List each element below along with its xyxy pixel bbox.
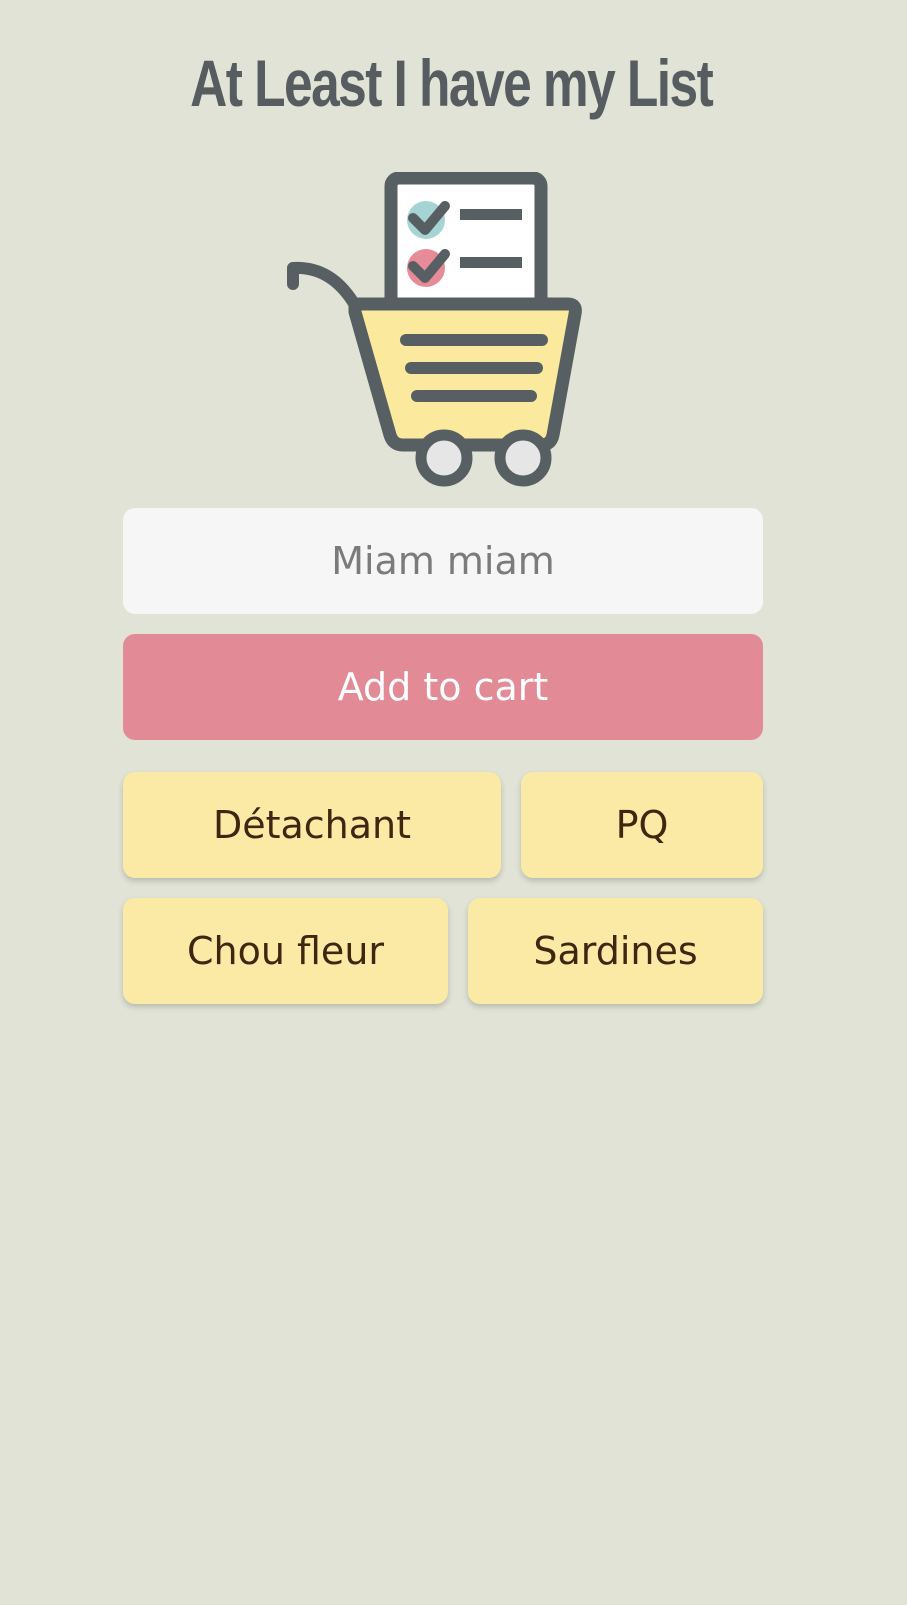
list-row: Chou fleur Sardines bbox=[123, 898, 763, 1004]
add-to-cart-button[interactable]: Add to cart bbox=[123, 634, 763, 740]
shopping-cart-checklist-icon bbox=[287, 172, 582, 487]
list-row: Détachant PQ bbox=[123, 772, 763, 878]
app-title: At Least I have my List bbox=[190, 46, 714, 120]
shopping-list: Détachant PQ Chou fleur Sardines bbox=[123, 772, 763, 1024]
list-item-detachant[interactable]: Détachant bbox=[123, 772, 501, 878]
item-input-container bbox=[123, 508, 763, 614]
list-item-pq[interactable]: PQ bbox=[521, 772, 763, 878]
list-item-chou-fleur[interactable]: Chou fleur bbox=[123, 898, 448, 1004]
list-item-sardines[interactable]: Sardines bbox=[468, 898, 763, 1004]
item-input[interactable] bbox=[123, 508, 763, 614]
